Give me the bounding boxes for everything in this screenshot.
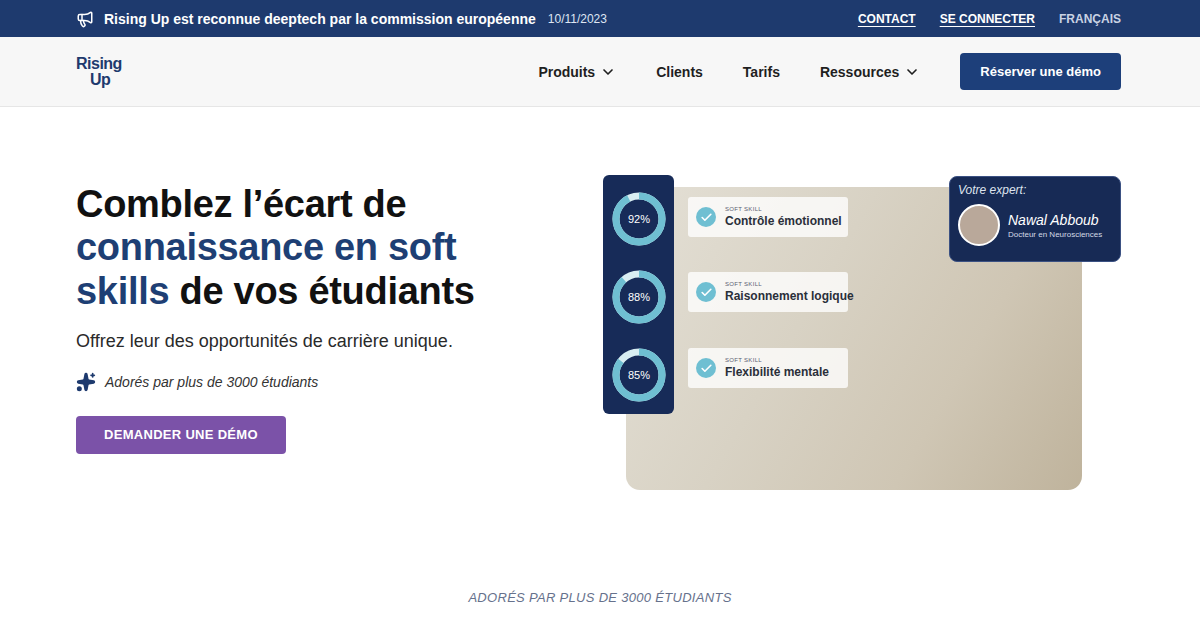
- nav-menu: Produits Clients Tarifs Ressources Réserver …: [538, 53, 1121, 90]
- announcement-text: Rising Up est reconnue deeptech par la c…: [104, 11, 536, 27]
- hero-visual: 92%88%85%SOFT SKILLContrôle émotionnelSO…: [603, 175, 1121, 490]
- score-meter: 85%: [610, 346, 668, 404]
- rating-text: Adorés par plus de 3000 étudiants: [105, 374, 318, 390]
- expert-texts: Nawal Abboub Docteur en Neurosciences: [1008, 212, 1102, 239]
- logo[interactable]: RisingUp: [76, 56, 122, 88]
- nav-bar: RisingUp Produits Clients Tarifs Ressources R…: [0, 37, 1200, 107]
- request-demo-button[interactable]: DEMANDER UNE DÉMO: [76, 416, 286, 454]
- top-link[interactable]: SE CONNECTER: [940, 12, 1035, 26]
- nav-item[interactable]: Ressources: [820, 64, 920, 80]
- expert-title: Docteur en Neurosciences: [1008, 230, 1102, 239]
- skill-tag: SOFT SKILL: [725, 206, 842, 212]
- logo-line: Up: [90, 72, 122, 88]
- meter-panel: 92% 88% 85%: [603, 175, 674, 414]
- nav-item[interactable]: Clients: [656, 64, 703, 80]
- announcement-bar: Rising Up est reconnue deeptech par la c…: [0, 0, 1200, 37]
- top-links: CONTACT SE CONNECTER FRANÇAIS: [858, 12, 1121, 26]
- check-badge: [696, 358, 716, 378]
- hero-subtitle: Offrez leur des opportunités de carrière…: [76, 331, 546, 352]
- skill-texts: SOFT SKILL Raisonnement logique: [725, 281, 854, 303]
- check-icon: [700, 362, 713, 375]
- check-icon: [700, 286, 713, 299]
- skill-texts: SOFT SKILL Contrôle émotionnel: [725, 206, 842, 228]
- logo-line: Rising: [76, 56, 122, 72]
- nav-item[interactable]: Tarifs: [743, 64, 780, 80]
- hero-title: Comblez l’écart de connaissance en soft …: [76, 183, 546, 313]
- expert-name: Nawal Abboub: [1008, 212, 1102, 228]
- skill-texts: SOFT SKILL Flexibilité mentale: [725, 357, 829, 379]
- skill-card: SOFT SKILL Contrôle émotionnel: [688, 197, 848, 237]
- meter-reading: 85%: [627, 369, 649, 381]
- announcement-date: 10/11/2023: [548, 12, 607, 26]
- meter-reading: 92%: [627, 213, 649, 225]
- score-meter: 88%: [610, 268, 668, 326]
- hero: Comblez l’écart de connaissance en soft …: [0, 107, 1200, 490]
- meter-reading: 88%: [627, 291, 649, 303]
- skill-tag: SOFT SKILL: [725, 281, 854, 287]
- top-link[interactable]: FRANÇAIS: [1059, 12, 1121, 26]
- check-badge: [696, 282, 716, 302]
- check-badge: [696, 207, 716, 227]
- skill-card: SOFT SKILL Flexibilité mentale: [688, 348, 848, 388]
- skill-card: SOFT SKILLRaisonnement logique: [688, 272, 848, 312]
- title-part: de vos étudiants: [169, 270, 474, 312]
- title-part: Comblez l’écart de: [76, 183, 406, 225]
- skill-tag: SOFT SKILL: [725, 357, 829, 363]
- announcement: Rising Up est reconnue deeptech par la c…: [76, 10, 607, 28]
- skill-label: Raisonnement logique: [725, 289, 854, 303]
- expert-row: Nawal Abboub Docteur en Neurosciences: [958, 204, 1112, 246]
- check-icon: [700, 211, 713, 224]
- expert-heading: Votre expert:: [958, 183, 1112, 197]
- social-proof: ADORÉS PAR PLUS DE 3000 ÉTUDIANTS: [0, 590, 1200, 605]
- skill-label: Contrôle émotionnel: [725, 214, 842, 228]
- expert-avatar: [958, 204, 1000, 246]
- expert-card: Votre expert: Nawal Abboub Docteur en Neur…: [949, 176, 1121, 262]
- skill-label: Flexibilité mentale: [725, 365, 829, 379]
- hero-content: Comblez l’écart de connaissance en soft …: [76, 175, 546, 454]
- chevron-down-icon: [600, 64, 616, 80]
- nav-item[interactable]: Produits: [538, 64, 616, 80]
- top-link[interactable]: CONTACT: [858, 12, 916, 26]
- chevron-down-icon: [904, 64, 920, 80]
- sparkles-icon: [76, 372, 96, 392]
- megaphone-icon: [76, 10, 94, 28]
- rating: Adorés par plus de 3000 étudiants: [76, 372, 546, 392]
- book-demo-button[interactable]: Réserver une démo: [960, 53, 1121, 90]
- score-meter: 92%: [610, 190, 668, 248]
